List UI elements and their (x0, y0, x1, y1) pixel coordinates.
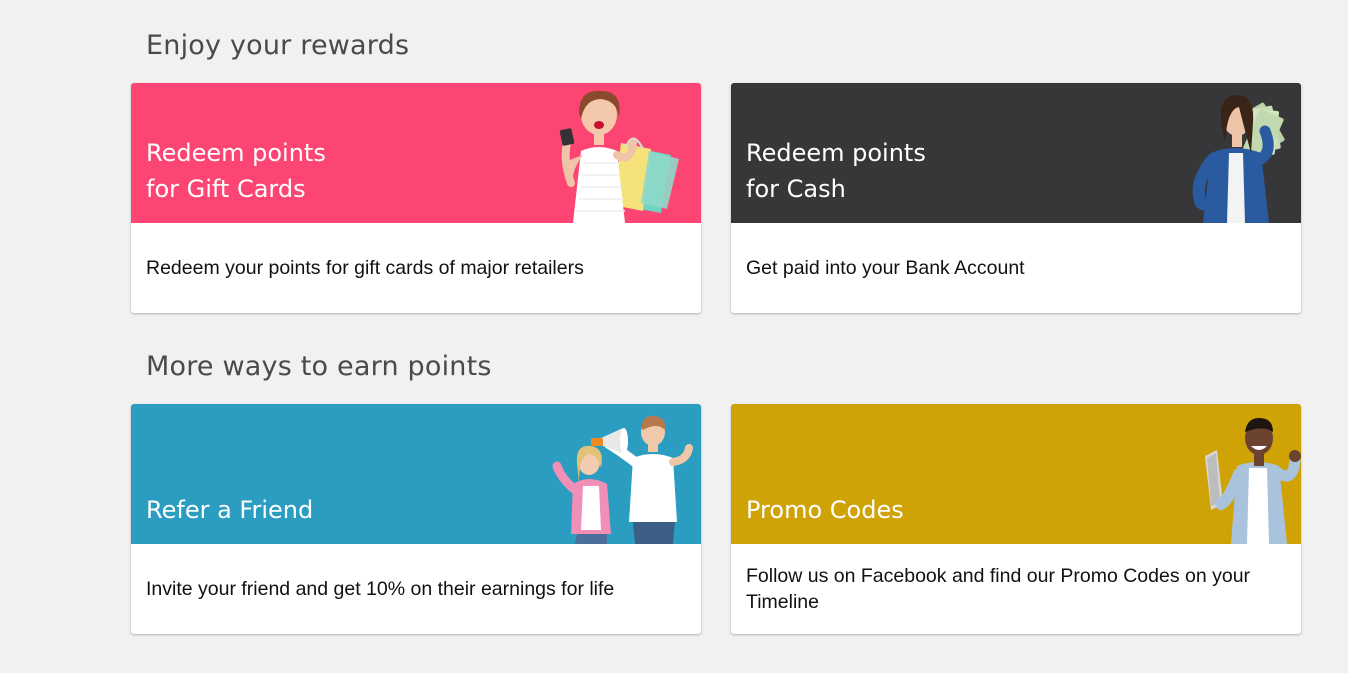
promo-codes-title: Promo Codes (746, 496, 904, 524)
promo-codes-banner: Promo Codes (731, 404, 1301, 544)
refer-friend-banner: Refer a Friend (131, 404, 701, 544)
woman-holding-cash-image (1192, 95, 1285, 223)
woman-shopping-bags-image (559, 90, 679, 223)
gift-cards-card[interactable]: Redeem points for Gift Cards Redeem your… (131, 83, 701, 313)
gift-cards-banner: Redeem points for Gift Cards (131, 83, 701, 223)
refer-friend-title: Refer a Friend (146, 496, 314, 524)
promo-codes-card[interactable]: Promo Codes Follow us on Facebook and fi… (731, 404, 1301, 634)
refer-friend-card[interactable]: Refer a Friend Invite your friend and ge… (131, 404, 701, 634)
promo-codes-description: Follow us on Facebook and find our Promo… (746, 565, 1251, 613)
man-with-laptop-image (1205, 418, 1301, 544)
friends-megaphone-image (552, 415, 693, 544)
gift-cards-title: Redeem points for Gift Cards (146, 139, 326, 203)
cash-card[interactable]: Redeem points for Cash Get paid into you… (731, 83, 1301, 313)
gift-cards-description: Redeem your points for gift cards of maj… (146, 257, 584, 279)
earn-section-title: More ways to earn points (146, 351, 492, 382)
cash-banner: Redeem points for Cash (731, 83, 1301, 223)
refer-friend-description: Invite your friend and get 10% on their … (146, 578, 615, 600)
cash-title: Redeem points for Cash (746, 139, 926, 203)
cash-description: Get paid into your Bank Account (746, 257, 1025, 279)
rewards-section-title: Enjoy your rewards (146, 30, 410, 61)
